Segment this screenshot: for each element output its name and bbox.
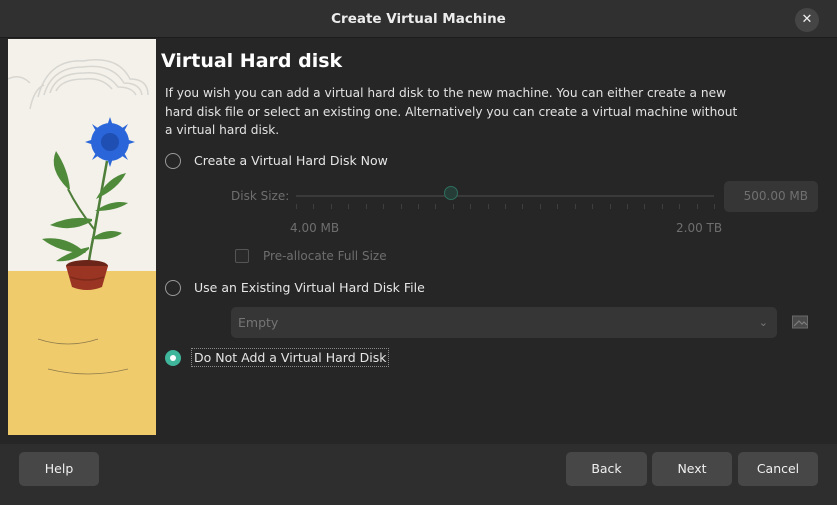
slider-tick: [366, 204, 367, 209]
slider-tick: [296, 204, 297, 209]
slider-tick: [592, 204, 593, 209]
slider-tick: [401, 204, 402, 209]
use-existing-radio[interactable]: [165, 280, 181, 296]
slider-tick: [331, 204, 332, 209]
chevron-down-icon: ⌄: [758, 316, 768, 329]
slider-tick: [453, 204, 454, 209]
slider-tick: [435, 204, 436, 209]
choose-disk-file-button[interactable]: [791, 313, 809, 331]
flower-pot-illustration: [8, 39, 156, 435]
create-now-radio[interactable]: [165, 153, 181, 169]
wizard-page: Virtual Hard disk If you wish you can ad…: [0, 38, 837, 444]
slider-tick: [348, 204, 349, 209]
slider-tick: [540, 204, 541, 209]
slider-tick: [505, 204, 506, 209]
do-not-add-radio[interactable]: [165, 350, 181, 366]
disk-size-label: Disk Size:: [231, 189, 290, 203]
page-title: Virtual Hard disk: [161, 50, 343, 72]
slider-tick: [714, 204, 715, 209]
use-existing-label[interactable]: Use an Existing Virtual Hard Disk File: [194, 280, 425, 295]
preallocate-checkbox[interactable]: [235, 249, 249, 263]
button-bar: Help Back Next Cancel: [0, 444, 837, 505]
help-button[interactable]: Help: [19, 452, 99, 486]
disk-size-field[interactable]: 500.00 MB: [724, 181, 818, 212]
existing-disk-value: Empty: [238, 315, 279, 330]
do-not-add-label[interactable]: Do Not Add a Virtual Hard Disk: [191, 348, 390, 367]
title-bar: Create Virtual Machine ✕: [0, 0, 837, 38]
cancel-button[interactable]: Cancel: [738, 452, 818, 486]
slider-tick: [470, 204, 471, 209]
disk-size-slider-handle[interactable]: [444, 186, 458, 200]
create-now-label[interactable]: Create a Virtual Hard Disk Now: [194, 153, 388, 168]
close-icon: ✕: [801, 12, 813, 27]
slider-max-label: 2.00 TB: [676, 221, 723, 235]
close-button[interactable]: ✕: [795, 8, 819, 32]
slider-tick: [313, 204, 314, 209]
preallocate-label[interactable]: Pre-allocate Full Size: [263, 249, 387, 263]
existing-disk-select[interactable]: Empty ⌄: [231, 307, 777, 338]
slider-tick: [522, 204, 523, 209]
slider-tick: [488, 204, 489, 209]
slider-tick: [679, 204, 680, 209]
slider-tick: [418, 204, 419, 209]
slider-tick: [644, 204, 645, 209]
slider-tick: [662, 204, 663, 209]
create-vm-dialog: Create Virtual Machine ✕ Virtual Hard di…: [0, 0, 837, 505]
slider-tick: [610, 204, 611, 209]
slider-tick: [697, 204, 698, 209]
disk-size-slider-track[interactable]: [296, 195, 714, 197]
window-title: Create Virtual Machine: [331, 11, 506, 27]
page-description: If you wish you can add a virtual hard d…: [165, 86, 738, 137]
folder-icon: [792, 315, 808, 329]
back-button[interactable]: Back: [566, 452, 647, 486]
slider-tick: [627, 204, 628, 209]
slider-min-label: 4.00 MB: [290, 221, 340, 235]
slider-tick: [557, 204, 558, 209]
next-button[interactable]: Next: [652, 452, 732, 486]
slider-tick: [575, 204, 576, 209]
slider-tick: [383, 204, 384, 209]
